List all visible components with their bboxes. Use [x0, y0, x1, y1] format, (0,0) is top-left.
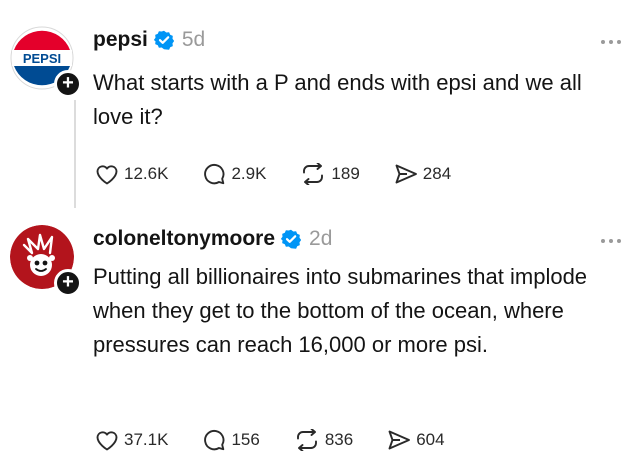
post-text: What starts with a P and ends with epsi …	[93, 70, 582, 129]
like-count: 37.1K	[124, 430, 169, 449]
like-button[interactable]: 12.6K	[95, 163, 168, 185]
follow-plus-icon[interactable]: +	[54, 269, 82, 297]
repost-count: 836	[324, 430, 354, 449]
username[interactable]: coloneltonymoore	[93, 227, 275, 251]
post-age: 5d	[181, 28, 206, 51]
username[interactable]: pepsi	[93, 28, 148, 52]
reply-button[interactable]: 2.9K	[202, 163, 266, 185]
post-header: coloneltonymoore 2d	[93, 227, 332, 251]
more-icon[interactable]	[601, 239, 621, 243]
share-count: 284	[422, 164, 452, 183]
thread-line	[74, 100, 76, 208]
post-text: Putting all billionaires into submarines…	[93, 264, 588, 357]
share-button[interactable]: 284	[394, 163, 451, 185]
post-actions: 12.6K 2.9K 189 284	[95, 163, 485, 185]
repost-count: 189	[331, 164, 360, 183]
post-pepsi: PEPSI + pepsi 5d What starts with a P an…	[0, 0, 639, 215]
repost-icon	[303, 163, 324, 185]
comment-icon	[204, 163, 225, 185]
heart-icon	[96, 165, 118, 185]
share-icon	[395, 164, 417, 184]
follow-plus-icon[interactable]: +	[54, 70, 82, 98]
post-coloneltonymoore: + coloneltonymoore 2d Putting all billio…	[0, 215, 639, 451]
reply-count: 2.9K	[231, 164, 267, 183]
post-age: 2d	[309, 227, 333, 250]
post-header: pepsi 5d	[93, 28, 205, 52]
verified-icon	[153, 30, 174, 50]
repost-button[interactable]: 189	[300, 163, 360, 185]
reply-count: 156	[231, 430, 260, 449]
like-count: 12.6K	[124, 164, 169, 183]
pepsi-logo-text: PEPSI	[23, 51, 61, 66]
verified-icon	[281, 229, 302, 249]
share-count: 604	[416, 430, 445, 449]
more-icon[interactable]	[601, 40, 621, 44]
